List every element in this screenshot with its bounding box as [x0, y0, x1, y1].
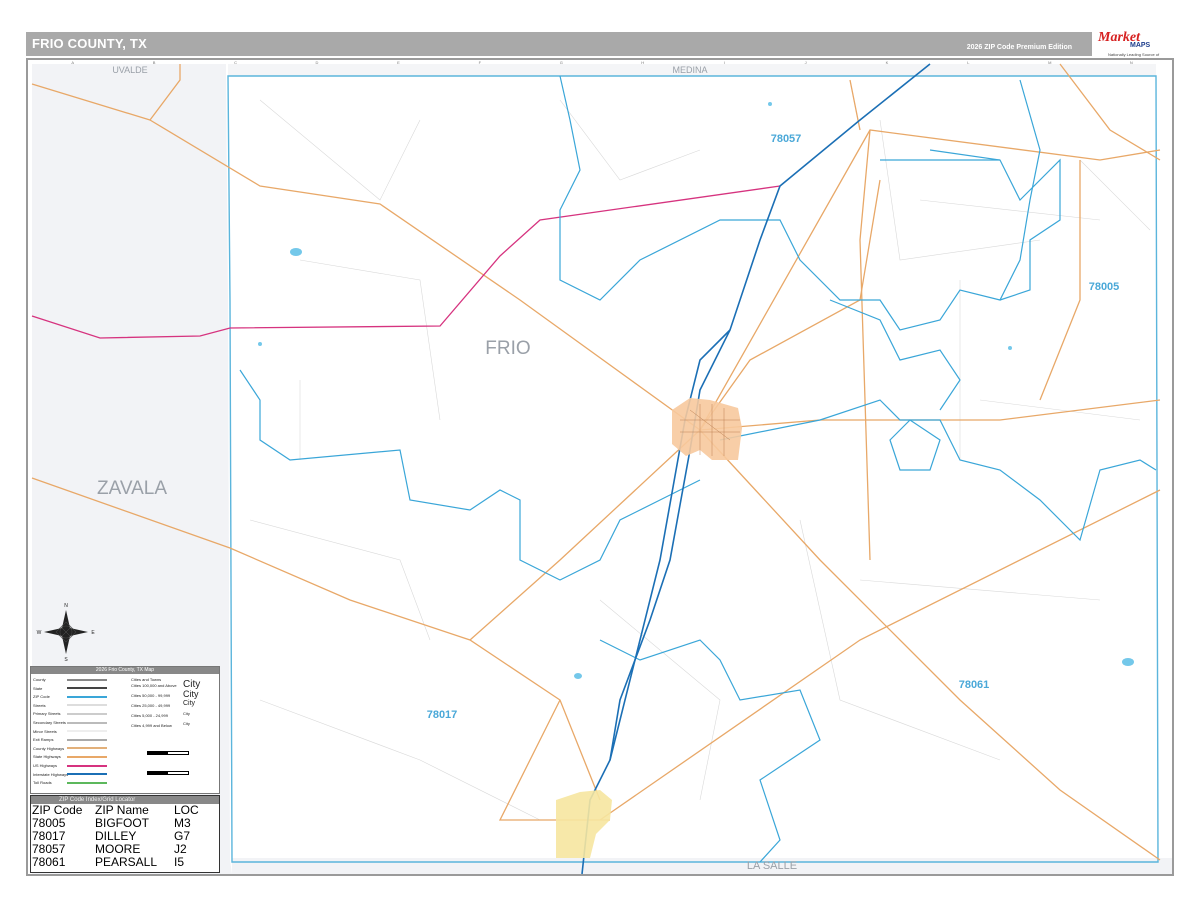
zip-name-cell: PEARSALL [95, 855, 158, 869]
legend-row-swatch [67, 704, 107, 707]
zip-index-table: ZIP Code Index/Grid Locator ZIP Code ZIP… [30, 795, 220, 873]
legend-city-sample-2: City [183, 689, 199, 699]
county-label-frio: FRIO [485, 338, 530, 359]
zip-table-grid: ZIP Code ZIP Name LOC 78005 BIGFOOT M3 7… [31, 804, 199, 869]
zip-label-78017[interactable]: 78017 [427, 709, 458, 721]
table-row[interactable]: 78061 PEARSALL I5 [31, 856, 199, 869]
grid-column-label: H [641, 60, 644, 65]
legend-city-size-2: Cities 50,000 - 99,999 [131, 693, 171, 698]
legend-city-size-5: Cities 4,999 and Below [131, 723, 172, 728]
legend-row-swatch [67, 678, 107, 681]
neighbor-county-south [232, 858, 1172, 874]
grid-column-label: B [153, 60, 156, 65]
neighbor-label-zavala: ZAVALA [97, 478, 167, 499]
legend-row-label: Interstate Highways [33, 771, 69, 777]
zip-code-cell: 78061 [32, 855, 66, 869]
legend-row-swatch [67, 712, 107, 715]
zip-label-78061[interactable]: 78061 [959, 679, 990, 691]
frio-county-area [228, 76, 1158, 862]
legend-city-sample-4: City [183, 711, 190, 716]
legend-cities-header: Cities and Towns [131, 677, 162, 682]
compass-n: N [64, 603, 68, 609]
legend-city-size-4: Cities 5,000 - 24,999 [131, 713, 168, 718]
legend-row-label: US Highways [33, 763, 58, 768]
grid-column-label: D [316, 60, 319, 65]
legend-row-swatch [67, 764, 107, 767]
grid-column-label: C [234, 60, 237, 65]
neighbor-label-uvalde: UVALDE [112, 65, 147, 75]
legend-row-swatch [67, 687, 107, 690]
legend-city-size-3: Cities 25,000 - 49,999 [131, 703, 171, 708]
legend-row-label: Streets [33, 702, 46, 708]
grid-column-label: J [805, 60, 807, 65]
legend-row-label: State Highways [33, 754, 61, 760]
grid-column-label: I [724, 60, 725, 65]
legend-row-swatch [67, 721, 107, 724]
legend-row-swatch [67, 781, 107, 784]
legend-row-label: County Highways [33, 745, 65, 751]
legend-row-swatch [67, 738, 107, 741]
city-pearsall[interactable] [672, 398, 742, 460]
legend-city-size-1: Cities 100,000 and Above [131, 683, 177, 688]
legend-title: 2026 Frio County, TX Map [31, 667, 219, 674]
grid-column-label: G [560, 60, 563, 65]
scale-bar-miles [147, 751, 189, 755]
legend-row-label: Primary Streets [33, 711, 61, 717]
grid-column-label: K [886, 60, 889, 65]
grid-column-label: M [1048, 60, 1051, 65]
legend-row-label: ZIP Code [33, 694, 50, 700]
neighbor-label-la-salle: LA SALLE [747, 860, 797, 872]
legend-row-label: Exit Ramps [33, 737, 54, 743]
legend-row-swatch [67, 730, 107, 733]
grid-column-label: A [71, 60, 74, 65]
legend-row-swatch [67, 773, 107, 776]
legend-row-label: County [33, 677, 46, 682]
legend-row-label: Secondary Streets [33, 720, 66, 725]
neighbor-label-medina: MEDINA [672, 65, 707, 75]
legend-city-sample-5: City [183, 721, 190, 726]
grid-column-label: N [1130, 60, 1133, 65]
legend-row-label: State [33, 685, 43, 691]
legend-city-sample-3: City [183, 700, 196, 707]
legend-row-swatch [67, 695, 107, 698]
zip-label-78057[interactable]: 78057 [771, 133, 802, 145]
legend-row-label: Minor Streets [33, 728, 57, 734]
zip-loc-cell: I5 [174, 855, 185, 869]
legend-row-label: Toll Roads [33, 780, 52, 786]
compass-w: W [37, 630, 42, 636]
map-legend: 2026 Frio County, TX Map County State ZIP … [30, 666, 220, 794]
zip-label-78005[interactable]: 78005 [1089, 281, 1120, 293]
scale-bar-km [147, 771, 189, 775]
legend-row-swatch [67, 747, 107, 750]
legend-row-swatch [67, 755, 107, 758]
grid-column-label: E [397, 60, 400, 65]
